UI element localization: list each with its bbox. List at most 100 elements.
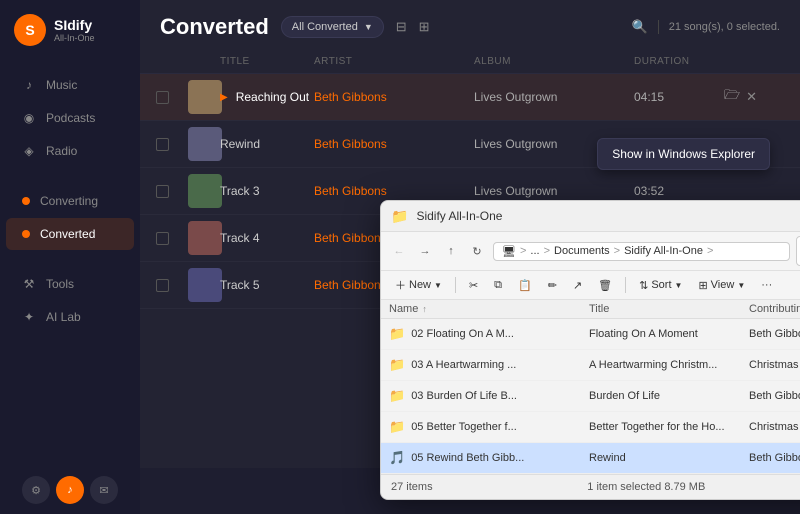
file-row[interactable]: 📁 03 A Heartwarming ... A Heartwarming C… bbox=[381, 350, 800, 381]
cut-button[interactable]: ✂ bbox=[463, 276, 484, 295]
sidebar-item-tools[interactable]: ⚒ Tools bbox=[6, 268, 134, 300]
sort-icon: ⇅ bbox=[639, 279, 648, 292]
play-icon[interactable]: ▶ bbox=[220, 92, 228, 103]
track-title: Track 5 bbox=[220, 278, 260, 292]
sidebar-item-label: Tools bbox=[46, 277, 74, 291]
col-title[interactable]: Title bbox=[589, 303, 749, 315]
file-row[interactable]: 📁 05 Better Together f... Better Togethe… bbox=[381, 412, 800, 443]
track-title: Rewind bbox=[220, 137, 260, 151]
col-artist[interactable]: Contributing artists bbox=[749, 303, 800, 315]
table-row[interactable]: ▶ Reaching Out Beth Gibbons Lives Outgro… bbox=[140, 74, 800, 121]
sort-button[interactable]: ⇅ Sort ▼ bbox=[633, 276, 688, 295]
more-button[interactable]: ··· bbox=[755, 276, 778, 294]
file-name-cell: 🎵 05 Rewind Beth Gibb... bbox=[389, 450, 589, 466]
row-checkbox[interactable] bbox=[156, 138, 169, 151]
view-button[interactable]: ⊞ View ▼ bbox=[692, 276, 751, 295]
paste-icon: 📋 bbox=[518, 279, 532, 292]
file-name: 02 Floating On A M... bbox=[411, 328, 514, 340]
file-artist: Christmas Songs, ... bbox=[749, 421, 800, 433]
close-icon[interactable]: ✕ bbox=[746, 89, 757, 105]
chevron-icon: ▼ bbox=[675, 281, 683, 290]
address-icon: 🖥 bbox=[502, 245, 516, 258]
row-artist: Beth Gibbons bbox=[314, 184, 474, 198]
row-thumbnail bbox=[188, 221, 222, 255]
file-name: 03 A Heartwarming ... bbox=[411, 359, 516, 371]
explorer-nav-bar: ← → ↑ ↻ 🖥 > ... > Documents > Sidify All… bbox=[381, 232, 800, 271]
file-name-cell: 📁 03 A Heartwarming ... bbox=[389, 357, 589, 373]
sidebar-item-music[interactable]: ♪ Music bbox=[6, 69, 134, 101]
address-bar[interactable]: 🖥 > ... > Documents > Sidify All-In-One … bbox=[493, 242, 790, 261]
more-icon: ··· bbox=[761, 279, 772, 291]
settings-button[interactable]: ⚙ bbox=[22, 476, 50, 504]
new-button[interactable]: ＋ New ▼ bbox=[389, 274, 448, 296]
folder-icon: 📁 bbox=[389, 326, 405, 342]
sidebar-nav: ♪ Music ◉ Podcasts ◈ Radio Converting Co… bbox=[0, 64, 140, 466]
up-button[interactable]: ↑ bbox=[441, 241, 461, 261]
col-thumb bbox=[188, 56, 220, 67]
col-artist: ARTIST bbox=[314, 56, 474, 67]
file-artist: Beth Gibbons bbox=[749, 328, 800, 340]
row-checkbox[interactable] bbox=[156, 91, 169, 104]
col-title: TITLE bbox=[220, 56, 314, 67]
rename-button[interactable]: ✏ bbox=[542, 276, 563, 295]
track-title: Track 4 bbox=[220, 231, 260, 245]
cut-icon: ✂ bbox=[469, 279, 478, 292]
file-name-cell: 📁 03 Burden Of Life B... bbox=[389, 388, 589, 404]
explorer-search[interactable]: 🔍 Search Sidify A... bbox=[796, 236, 800, 266]
sidebar-item-podcasts[interactable]: ◉ Podcasts bbox=[6, 102, 134, 134]
file-artist: Beth Gibbons bbox=[749, 390, 800, 402]
row-title-cell: Track 4 bbox=[220, 231, 314, 245]
track-title: Track 3 bbox=[220, 184, 260, 198]
file-artist: Beth Gibbons bbox=[749, 452, 800, 464]
radio-icon: ◈ bbox=[22, 144, 36, 158]
filter-label: All Converted bbox=[292, 21, 358, 33]
sidebar-item-ailab[interactable]: ✦ AI Lab bbox=[6, 301, 134, 333]
chevron-down-icon: ▼ bbox=[364, 22, 373, 32]
folder-icon[interactable]: 🗁 bbox=[724, 86, 740, 108]
row-checkbox[interactable] bbox=[156, 185, 169, 198]
delete-button[interactable]: 🗑 bbox=[592, 276, 618, 295]
sort-asc-icon: ↑ bbox=[422, 304, 427, 314]
paste-button[interactable]: 📋 bbox=[512, 276, 538, 295]
sidebar-item-label: AI Lab bbox=[46, 310, 81, 324]
row-thumbnail bbox=[188, 268, 222, 302]
row-checkbox[interactable] bbox=[156, 232, 169, 245]
row-checkbox[interactable] bbox=[156, 279, 169, 292]
filter-dropdown[interactable]: All Converted ▼ bbox=[281, 16, 384, 38]
folder-icon: 📁 bbox=[389, 419, 405, 435]
sidebar: S SIdify All-In-One ♪ Music ◉ Podcasts ◈… bbox=[0, 0, 140, 514]
app-subtitle: All-In-One bbox=[54, 33, 95, 43]
new-icon: ＋ bbox=[395, 277, 406, 293]
grid-icon[interactable]: ⊞ bbox=[419, 19, 430, 35]
sidebar-item-converting[interactable]: Converting bbox=[6, 185, 134, 217]
copy-button[interactable]: ⧉ bbox=[488, 276, 508, 295]
share-button[interactable]: ↗ bbox=[567, 276, 588, 295]
row-artist: Beth Gibbons bbox=[314, 90, 474, 104]
forward-button[interactable]: → bbox=[415, 241, 435, 261]
share-icon: ↗ bbox=[573, 279, 582, 292]
track-title: Reaching Out bbox=[236, 90, 309, 104]
col-checkbox bbox=[156, 56, 188, 67]
col-album: ALBUM bbox=[474, 56, 634, 67]
sidebar-item-label: Podcasts bbox=[46, 111, 95, 125]
sidebar-item-radio[interactable]: ◈ Radio bbox=[6, 135, 134, 167]
mail-button[interactable]: ✉ bbox=[90, 476, 118, 504]
selected-info: 1 item selected 8.79 MB bbox=[587, 481, 705, 493]
tooltip-text: Show in Windows Explorer bbox=[612, 147, 755, 161]
music-note-button[interactable]: ♪ bbox=[56, 476, 84, 504]
new-label: New bbox=[409, 279, 431, 291]
col-name[interactable]: Name ↑ bbox=[389, 303, 589, 315]
sidebar-item-converted[interactable]: Converted bbox=[6, 218, 134, 250]
chevron-icon: ▼ bbox=[737, 281, 745, 290]
file-row[interactable]: 📁 03 Burden Of Life B... Burden Of Life … bbox=[381, 381, 800, 412]
filter-icon[interactable]: ⊟ bbox=[396, 19, 407, 35]
refresh-button[interactable]: ↻ bbox=[467, 241, 487, 261]
main-header: Converted All Converted ▼ ⊟ ⊞ 🔍 21 song(… bbox=[140, 0, 800, 50]
search-icon[interactable]: 🔍 bbox=[632, 19, 648, 35]
file-name: 05 Better Together f... bbox=[411, 421, 517, 433]
file-title: A Heartwarming Christm... bbox=[589, 359, 749, 371]
back-button[interactable]: ← bbox=[389, 241, 409, 261]
file-row[interactable]: 🎵 05 Rewind Beth Gibb... Rewind Beth Gib… bbox=[381, 443, 800, 474]
file-row[interactable]: 📁 02 Floating On A M... Floating On A Mo… bbox=[381, 319, 800, 350]
file-artist: Christmas Songs, ... bbox=[749, 359, 800, 371]
